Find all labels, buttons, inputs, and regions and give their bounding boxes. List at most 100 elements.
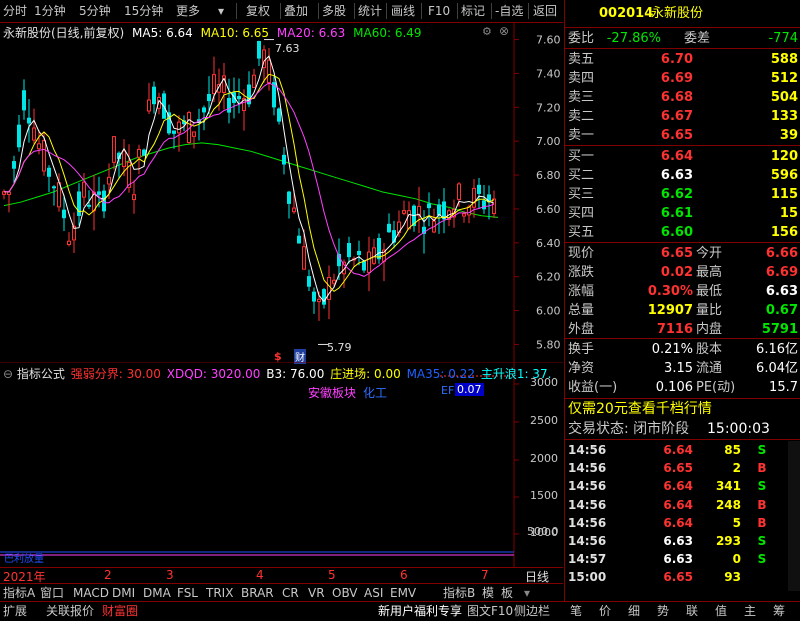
panel-tab-price[interactable]: 价 [599, 603, 611, 619]
chevron-down-icon[interactable]: ▾ [218, 3, 224, 19]
panel-tab-value[interactable]: 值 [715, 603, 727, 619]
tab-macd[interactable]: MACD [73, 585, 109, 601]
trades-scrollbar[interactable] [788, 441, 800, 591]
toolbar-item-timeshare[interactable]: 分时 [3, 3, 27, 19]
bottom-expand[interactable]: 扩展 [3, 603, 27, 619]
toolbar-item-mark[interactable]: 标记 [461, 3, 485, 19]
bottom-f10-text[interactable]: 图文F10 [467, 603, 513, 619]
toolbar-item-5min[interactable]: 5分钟 [79, 3, 111, 19]
panel-tab-trend[interactable]: 势 [657, 603, 669, 619]
toolbar-item-multistock[interactable]: 多股 [322, 3, 346, 19]
tab-fsl[interactable]: FSL [177, 585, 198, 601]
fund-label: 净资 [568, 361, 595, 376]
stock-name: 永新股份 [651, 6, 704, 21]
toolbar-item-back[interactable]: 返回 [533, 3, 557, 19]
candle-body [482, 200, 486, 210]
candle-body [57, 182, 61, 208]
candle-body [427, 203, 431, 209]
bid-label: 买四 [568, 206, 595, 221]
tab-obv[interactable]: OBV [332, 585, 358, 601]
kline-svg: 7.60 7.40 7.20 7.00 6.80 6.60 6.40 6.20 6.00 5.80 [0, 22, 563, 362]
toolbar-item-overlay[interactable]: 叠加 [284, 3, 308, 19]
panel-tab-main[interactable]: 主 [744, 603, 756, 619]
tab-trix[interactable]: TRIX [206, 585, 233, 601]
price-axis-label: 6.00 [536, 305, 561, 318]
yaxis-2000: 2000 [530, 452, 558, 465]
tab-indicator-b[interactable]: 指标B [443, 585, 475, 601]
toolbar-item-1min[interactable]: 1分钟 [34, 3, 66, 19]
tab-board[interactable]: 板 [501, 585, 513, 601]
tab-vr[interactable]: VR [308, 585, 325, 601]
trade-volume: 341 [715, 479, 741, 494]
ask-price[interactable]: 6.65 [625, 126, 693, 145]
candle-body [112, 136, 116, 163]
tab-asi[interactable]: ASI [364, 585, 383, 601]
indicator-dealer: 庄进场: 0.00 [330, 367, 401, 381]
candle-body [42, 140, 46, 172]
candle-body [17, 124, 21, 148]
toolbar-item-restore[interactable]: 复权 [246, 3, 270, 19]
bid-volume: 156 [770, 225, 798, 240]
close-icon[interactable]: ⊗ [499, 24, 509, 38]
bottom-related-quotes[interactable]: 关联报价 [46, 603, 94, 619]
ma5-label: MA5: 6.64 [132, 26, 193, 40]
bottom-wealth-circle[interactable]: 财富圈 [102, 603, 138, 619]
tab-template[interactable]: 模 [482, 585, 494, 601]
panel-tab-detail[interactable]: 细 [628, 603, 640, 619]
candle-body [347, 242, 351, 258]
indicator-chart[interactable]: ⊖ 指标公式 强弱分界: 30.00 XDQD: 3020.00 B3: 76.… [0, 362, 563, 567]
candle-body [207, 93, 211, 102]
ask-price[interactable]: 6.67 [625, 107, 693, 126]
price-axis-label: 6.80 [536, 169, 561, 182]
trade-side: S [757, 443, 767, 457]
indicator-strength: 强弱分界: 30.00 [70, 367, 161, 381]
tab-cr[interactable]: CR [282, 585, 299, 601]
bid-price[interactable]: 6.64 [625, 147, 693, 166]
bid-label: 买三 [568, 187, 595, 202]
trade-price: 6.64 [663, 497, 693, 512]
panel-tab-link[interactable]: 联 [686, 603, 698, 619]
sector-tag-anhui[interactable]: 安徽板块 [308, 384, 356, 401]
bid-price[interactable]: 6.60 [625, 223, 693, 242]
candle-body [22, 90, 26, 111]
bid-price[interactable]: 6.61 [625, 204, 693, 223]
kline-chart[interactable]: 7.60 7.40 7.20 7.00 6.80 6.60 6.40 6.20 6.00 5.80… [0, 22, 563, 364]
ask-price[interactable]: 6.70 [625, 50, 693, 69]
bid-price[interactable]: 6.63 [625, 166, 693, 185]
toolbar-item-draw[interactable]: 画线 [391, 3, 415, 19]
toolbar-item-15min[interactable]: 15分钟 [124, 3, 163, 19]
bottom-promo[interactable]: 新用户福利专享 [378, 603, 462, 619]
candle-body [7, 191, 11, 195]
toolbar-item-f10[interactable]: F10 [428, 3, 450, 19]
candle-body [407, 210, 411, 230]
tab-dma[interactable]: DMA [143, 585, 171, 601]
toolbar-item-stats[interactable]: 统计 [358, 3, 382, 19]
tab-window[interactable]: 窗口 [40, 585, 64, 601]
ask-price[interactable]: 6.69 [625, 69, 693, 88]
settings-gear-icon[interactable]: ⚙ [482, 25, 492, 38]
chevron-down-icon[interactable]: ▾ [524, 585, 530, 601]
panel-tab-trade[interactable]: 笔 [570, 603, 582, 619]
collapse-icon[interactable]: ⊖ [3, 367, 13, 381]
bottom-sidebar[interactable]: 侧边栏 [514, 603, 550, 619]
candle-body [142, 149, 146, 156]
bid-price[interactable]: 6.62 [625, 185, 693, 204]
trade-volume: 85 [724, 443, 741, 457]
ask-price[interactable]: 6.68 [625, 88, 693, 107]
panel-tab-chips[interactable]: 筹 [773, 603, 785, 619]
tab-emv[interactable]: EMV [390, 585, 416, 601]
candle-body [472, 187, 476, 208]
trade-time: 14:56 [568, 515, 607, 530]
depth-promo[interactable]: 仅需20元查看千档行情 [568, 400, 712, 419]
toolbar-item-watchlist[interactable]: -自选 [495, 3, 523, 19]
sector-tag-chemical[interactable]: 化工 [363, 384, 387, 401]
ask-label: 卖三 [568, 90, 595, 105]
tab-dmi[interactable]: DMI [112, 585, 135, 601]
candle-body [302, 246, 306, 270]
tab-indicator-a[interactable]: 指标A [3, 585, 35, 601]
trade-side: B [757, 515, 767, 530]
candle-body [252, 74, 256, 88]
candle-body [442, 201, 446, 220]
tab-brar[interactable]: BRAR [241, 585, 274, 601]
toolbar-item-more[interactable]: 更多 [176, 3, 200, 19]
